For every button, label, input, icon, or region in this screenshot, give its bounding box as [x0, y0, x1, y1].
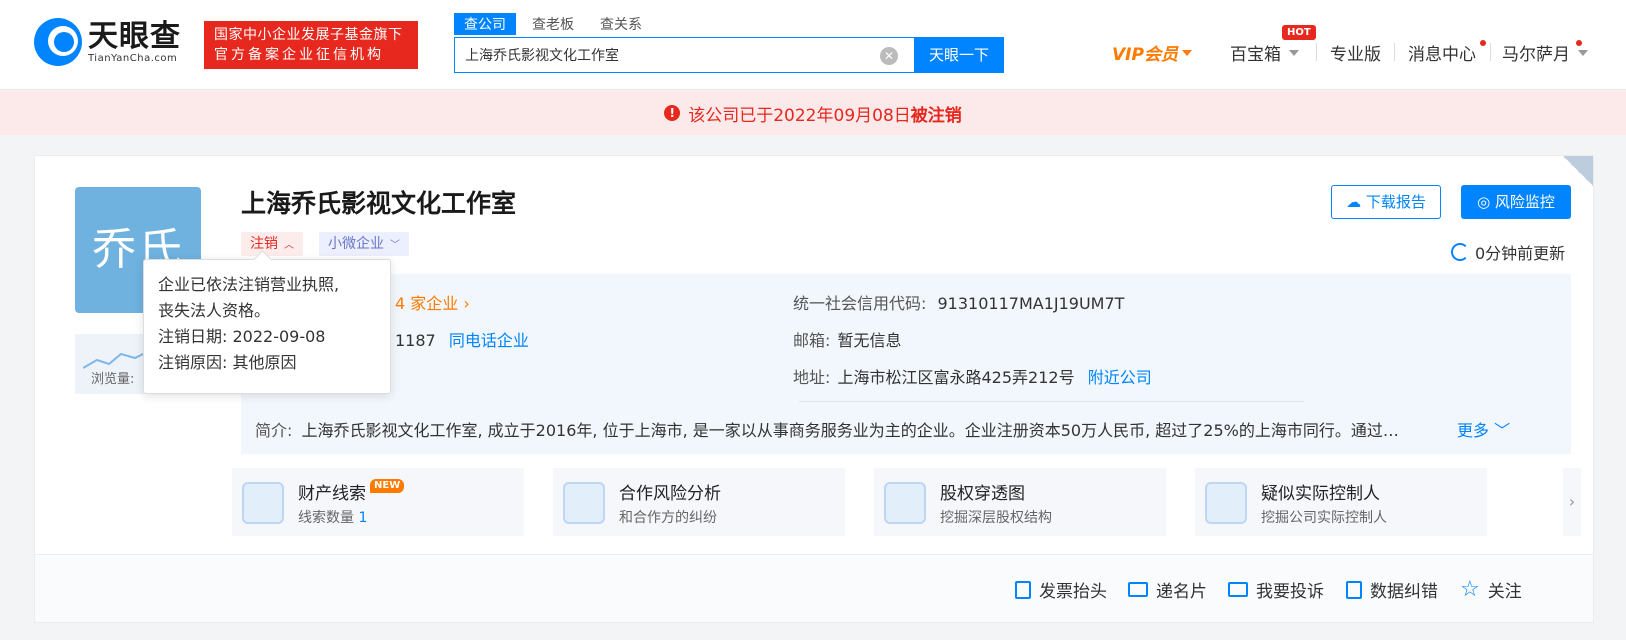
- org-chart-icon: [884, 482, 926, 524]
- search-input[interactable]: 上海乔氏影视文化工作室 ✕: [454, 37, 915, 73]
- risk-monitor-button[interactable]: ◎ 风险监控: [1461, 185, 1571, 219]
- nav-divider: [1316, 43, 1317, 61]
- report-icon: [1346, 580, 1362, 599]
- invoice-title-button[interactable]: 发票抬头: [1015, 577, 1107, 602]
- next-arrow-icon[interactable]: ›: [1563, 468, 1581, 536]
- feature-actual-controller[interactable]: 疑似实际控制人 挖掘公司实际控制人: [1195, 468, 1487, 536]
- property-clue-icon: [242, 482, 284, 524]
- business-card-button[interactable]: 递名片: [1128, 577, 1207, 602]
- user-menu[interactable]: 马尔萨月: [1502, 40, 1588, 65]
- document-icon: [1015, 580, 1031, 599]
- logo-domain: TianYanCha.com: [88, 52, 178, 64]
- cancellation-date: 2022-09-08: [232, 327, 326, 346]
- caret-down-icon: [1578, 49, 1588, 56]
- search-tabs: 查公司 查老板 查关系: [454, 13, 658, 35]
- hot-badge: HOT: [1282, 25, 1316, 40]
- nearby-company-link[interactable]: 附近公司: [1088, 368, 1152, 387]
- action-bar: 发票抬头 递名片 我要投诉 数据纠错 ☆ 关注: [35, 554, 1593, 622]
- feature-cooperation-risk[interactable]: 合作风险分析 和合作方的纠纷: [553, 468, 845, 536]
- credit-code: 91310117MA1J19UM7T: [937, 294, 1125, 313]
- pro-link[interactable]: 专业版: [1330, 40, 1381, 65]
- search-button[interactable]: 天眼一下: [914, 37, 1004, 73]
- update-status[interactable]: 0分钟前更新: [1451, 240, 1565, 264]
- tab-relation[interactable]: 查关系: [590, 13, 652, 35]
- company-summary: 简介: 上海乔氏影视文化工作室, 成立于2016年, 位于上海市, 是一家以从事…: [255, 421, 1399, 440]
- address-value: 上海市松江区富永路425弄212号: [837, 368, 1075, 387]
- top-header: 天眼查 TianYanCha.com 国家中小企业发展子基金旗下 官方备案企业征…: [0, 0, 1626, 90]
- same-phone-link[interactable]: 同电话企业: [449, 331, 529, 350]
- caret-down-icon: [1289, 49, 1299, 56]
- card-icon: [1128, 582, 1148, 597]
- nav-divider: [1490, 43, 1491, 61]
- target-person-icon: [1205, 482, 1247, 524]
- status-tag[interactable]: 注销 ︿: [241, 232, 303, 256]
- feature-equity-chart[interactable]: 股权穿透图 挖掘深层股权结构: [874, 468, 1166, 536]
- message-center-link[interactable]: 消息中心: [1408, 40, 1476, 65]
- handshake-risk-icon: [563, 482, 605, 524]
- tab-company[interactable]: 查公司: [454, 13, 516, 35]
- scale-tag[interactable]: 小微企业 ﹀: [319, 232, 409, 256]
- logo-eye-icon: [34, 18, 82, 66]
- chevron-down-icon: ﹀: [390, 240, 400, 251]
- site-logo[interactable]: 天眼查 TianYanCha.com: [34, 18, 181, 66]
- qr-code-icon[interactable]: [1563, 156, 1593, 186]
- download-report-button[interactable]: ☁ 下载报告: [1331, 185, 1441, 219]
- email-value: 暂无信息: [837, 331, 902, 350]
- logo-name: 天眼查: [88, 18, 181, 54]
- company-card: 乔氏 浏览量: 上海乔氏影视文化工作室 注销 ︿ 小微企业 ﹀ ☁ 下载报告 ◎ 风…: [34, 155, 1594, 623]
- follow-button[interactable]: ☆ 关注: [1460, 577, 1522, 602]
- nav-divider: [1394, 43, 1395, 61]
- chevron-right-icon: ›: [458, 294, 470, 313]
- star-icon: ☆: [1460, 576, 1480, 602]
- cancellation-reason: 其他原因: [232, 353, 297, 372]
- refresh-icon: [1451, 243, 1469, 261]
- cancelled-alert: ! 该公司已于2022年09月08日 被注销: [0, 91, 1626, 135]
- complaint-button[interactable]: 我要投诉: [1228, 577, 1324, 602]
- warning-icon: !: [664, 105, 681, 121]
- feature-property-clues[interactable]: 财产线索 NEW 线索数量 1: [232, 468, 524, 536]
- info-divider: [799, 401, 1304, 402]
- related-companies-link[interactable]: 4 家企业: [395, 294, 458, 313]
- user-dot-icon: [1576, 40, 1582, 46]
- chevron-up-icon: ︿: [284, 240, 294, 251]
- clear-icon[interactable]: ✕: [880, 47, 898, 65]
- vip-menu[interactable]: VIP会员: [1112, 40, 1192, 65]
- company-name: 上海乔氏影视文化工作室: [241, 189, 517, 218]
- more-link[interactable]: 更多 ﹀: [1457, 417, 1510, 441]
- info-panel: 4 家企业 › 1187 同电话企业 统一社会信用代码: 91310117MA1…: [241, 274, 1571, 454]
- new-badge: NEW: [370, 479, 405, 493]
- caret-down-icon: [1181, 49, 1192, 56]
- mail-icon: [1228, 582, 1248, 597]
- data-correction-button[interactable]: 数据纠错: [1346, 577, 1438, 602]
- treasure-menu[interactable]: 百宝箱: [1230, 40, 1299, 65]
- phone-value: 1187: [395, 331, 436, 350]
- cancellation-tooltip: 企业已依法注销营业执照, 丧失法人资格。 注销日期: 2022-09-08 注销…: [143, 259, 391, 394]
- chevron-down-icon: ﹀: [1489, 421, 1511, 440]
- tab-boss[interactable]: 查老板: [522, 13, 584, 35]
- gov-badge: 国家中小企业发展子基金旗下 官方备案企业征信机构: [204, 21, 418, 69]
- clue-count: 1: [358, 510, 368, 526]
- message-dot-icon: [1480, 40, 1486, 46]
